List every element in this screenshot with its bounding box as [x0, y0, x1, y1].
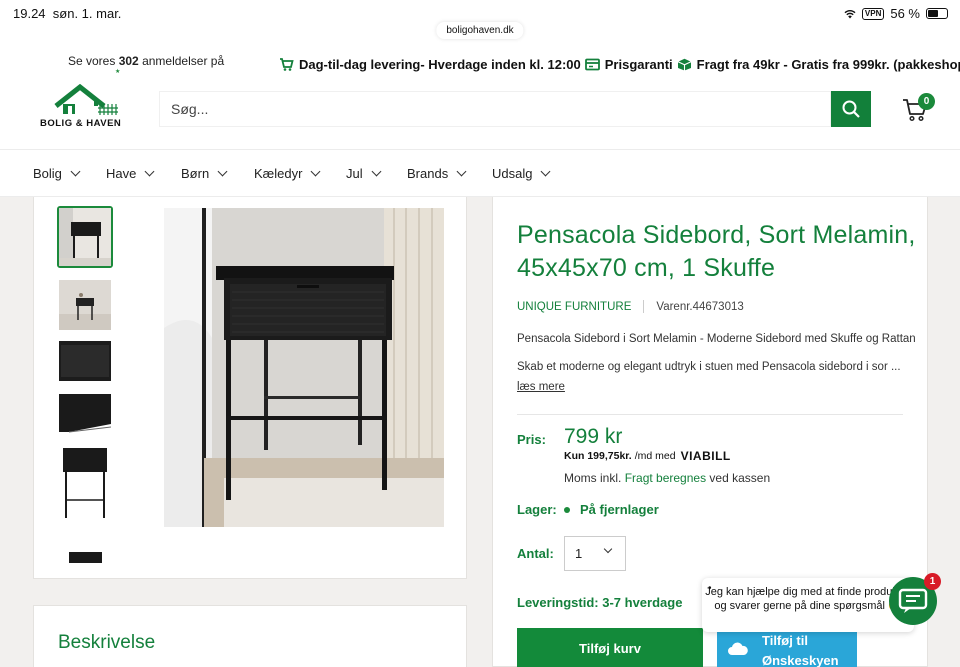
product-meta: UNIQUE FURNITURE Varenr.44673013	[517, 300, 744, 313]
nav-item-born[interactable]: Børn	[181, 166, 228, 181]
viabill-info[interactable]: Kun 199,75kr./md med VIABILL	[564, 449, 731, 463]
short-description: Pensacola Sidebord i Sort Melamin - Mode…	[517, 333, 916, 345]
product-gallery	[33, 197, 467, 579]
delivery-time: Leveringstid: 3-7 hverdage	[517, 595, 683, 610]
nav-item-brands[interactable]: Brands	[407, 166, 467, 181]
thumbnail-6[interactable]	[57, 537, 113, 567]
read-more-link[interactable]: læs mere	[517, 381, 565, 393]
close-icon[interactable]: •	[708, 582, 712, 596]
shipping-link[interactable]: Fragt beregnes	[625, 471, 706, 485]
usp-price: Prisgaranti	[584, 57, 673, 72]
chevron-down-icon	[310, 166, 321, 177]
nav-item-udsalg[interactable]: Udsalg	[492, 166, 551, 181]
wishlist-button[interactable]: Tilføj til Ønskeskyen	[717, 628, 857, 667]
thumbnail-4[interactable]	[57, 383, 113, 445]
thumbnail-5[interactable]	[57, 440, 113, 522]
usp-shipping: Fragt fra 49kr - Gratis fra 999kr. (pakk…	[677, 57, 960, 72]
product-title: Pensacola Sidebord, Sort Melamin, 45x45x…	[517, 221, 916, 282]
chevron-down-icon	[456, 166, 467, 177]
quantity-label: Antal:	[517, 546, 554, 561]
usp-bar: Dag-til-dag levering- Hverdage inden kl.…	[279, 57, 960, 72]
viabill-logo: VIABILL	[680, 449, 731, 463]
chat-notification-badge: 1	[924, 573, 941, 590]
nav-item-kaeledyr[interactable]: Kæledyr	[254, 166, 321, 181]
url-pill[interactable]: boligohaven.dk	[436, 22, 524, 39]
price-label: Pris:	[517, 432, 546, 447]
stock-dot-icon	[564, 506, 570, 513]
chevron-down-icon	[603, 544, 613, 554]
stock-status: På fjernlager	[564, 502, 659, 517]
status-right: VPN 56 %	[844, 6, 948, 21]
meta-divider	[643, 300, 645, 313]
star-icon: ★	[115, 69, 121, 75]
nav-item-have[interactable]: Have	[106, 166, 155, 181]
search-bar	[159, 91, 871, 127]
logo-text: BOLIG & HAVEN	[40, 118, 122, 129]
site-header: Se vores 302 anmeldelser på ★ BOLIG & HA…	[0, 26, 960, 149]
vpn-badge: VPN	[861, 7, 885, 20]
vat-info: Moms inkl. Fragt beregnes ved kassen	[564, 471, 771, 485]
chevron-down-icon	[371, 166, 382, 177]
chat-message[interactable]: • Jeg kan hjælpe dig med at finde produk…	[702, 578, 914, 632]
price-value: 799 kr	[564, 425, 623, 448]
description-heading: Beskrivelse	[58, 632, 156, 653]
status-time: 19.24 søn. 1. mar.	[13, 6, 122, 21]
battery-icon	[926, 8, 948, 19]
quantity-select[interactable]: 1	[564, 536, 626, 571]
long-description: Skab et moderne og elegant udtryk i stue…	[517, 361, 901, 373]
cloud-icon	[728, 642, 748, 655]
wifi-icon	[844, 9, 856, 18]
divider	[517, 414, 903, 415]
brand-link[interactable]: UNIQUE FURNITURE	[517, 301, 631, 313]
reviews-text[interactable]: Se vores 302 anmeldelser på ★	[68, 54, 224, 75]
main-product-image[interactable]	[164, 208, 444, 527]
sku-text: Varenr.44673013	[656, 300, 744, 313]
cart-count-badge: 0	[918, 93, 935, 110]
nav-item-jul[interactable]: Jul	[346, 166, 382, 181]
nav-item-bolig[interactable]: Bolig	[33, 166, 81, 181]
cart-delivery-icon	[280, 58, 294, 71]
search-icon	[842, 100, 860, 118]
chat-icon	[898, 588, 928, 613]
stock-label: Lager:	[517, 502, 557, 517]
price-tag-icon	[584, 58, 600, 71]
main-nav: Bolig Have Børn Kæledyr Jul Brands Udsal…	[0, 149, 960, 197]
add-to-cart-button[interactable]: Tilføj kurv	[517, 628, 703, 667]
search-button[interactable]	[831, 91, 871, 127]
chevron-down-icon	[541, 166, 551, 177]
search-input[interactable]	[159, 91, 831, 127]
chevron-down-icon	[217, 166, 228, 177]
chevron-down-icon	[70, 166, 81, 177]
description-section: Beskrivelse	[33, 605, 467, 667]
battery-percent: 56 %	[890, 6, 920, 21]
chevron-down-icon	[144, 166, 155, 177]
usp-delivery: Dag-til-dag levering- Hverdage inden kl.…	[279, 57, 581, 72]
thumbnail-2[interactable]	[57, 274, 113, 336]
package-icon	[677, 58, 691, 71]
thumbnail-1[interactable]	[57, 206, 113, 268]
